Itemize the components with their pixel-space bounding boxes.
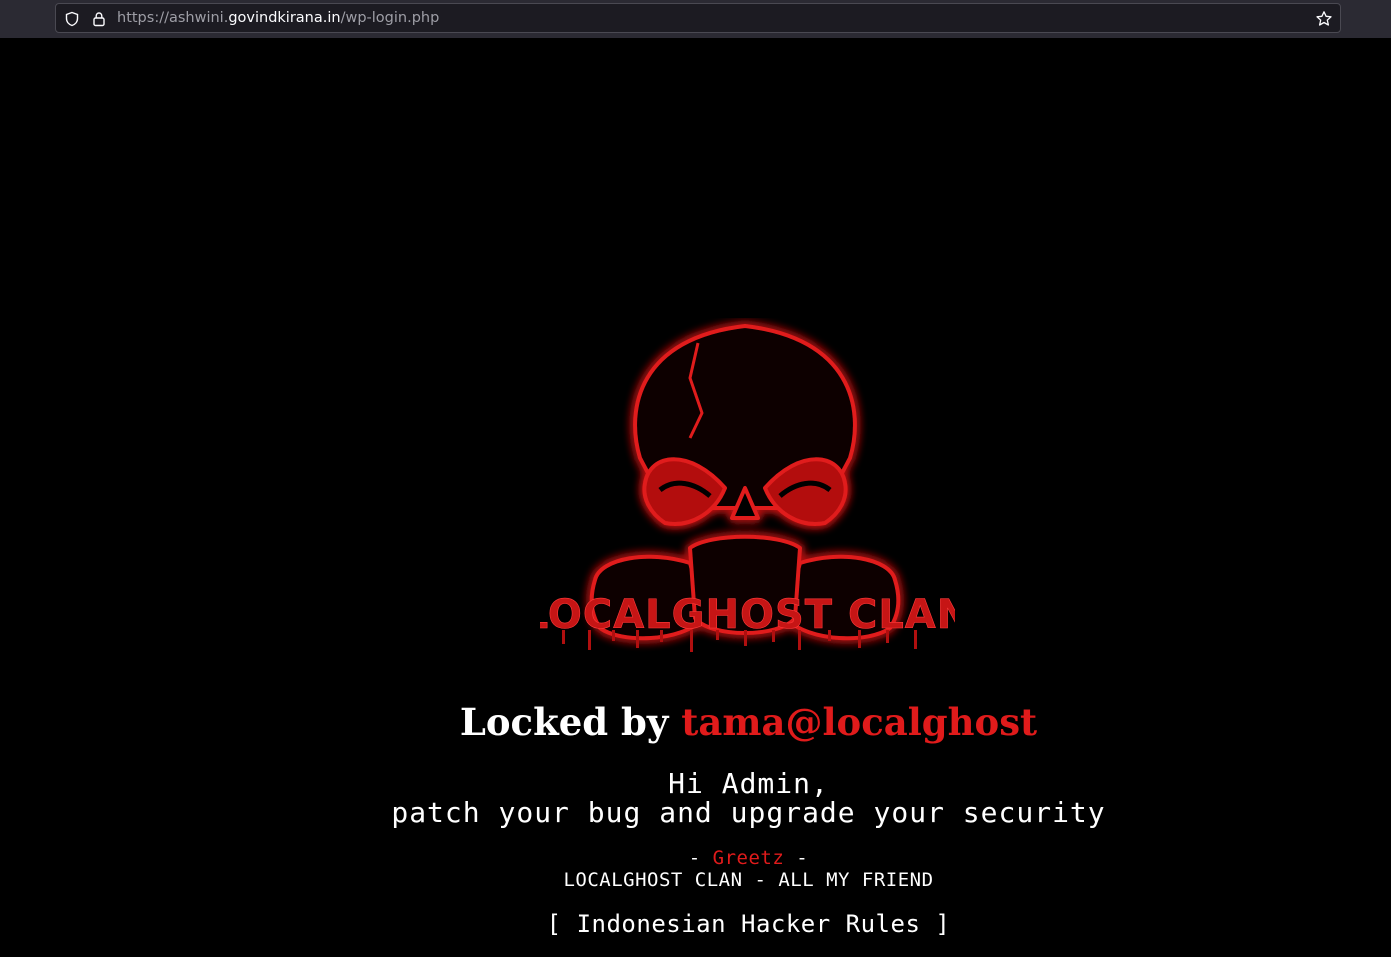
lock-icon[interactable] — [90, 10, 108, 28]
greetz-line: - Greetz - — [0, 847, 1391, 869]
deface-page: LOCALGHOST CLAN Locked by tama@localghos… — [0, 38, 1391, 957]
greetz-right: - — [784, 847, 809, 869]
star-icon[interactable] — [1315, 10, 1333, 28]
greetz-word: Greetz — [712, 847, 785, 869]
message-line-2: patch your bug and upgrade your security — [391, 796, 1106, 829]
rules-line: [ Indonesian Hacker Rules ] — [546, 910, 951, 938]
logo-text: LOCALGHOST CLAN — [540, 592, 955, 638]
friends-line: LOCALGHOST CLAN - ALL MY FRIEND — [563, 869, 934, 891]
greetz-left: - — [688, 847, 713, 869]
url-prefix: https://ashwini. — [117, 10, 229, 26]
address-bar[interactable]: https://ashwini.govindkirana.in/wp-login… — [55, 3, 1341, 33]
headline-prefix: Locked by — [459, 700, 682, 744]
locked-by-headline: Locked by tama@localghost — [0, 700, 1391, 744]
url-path: /wp-login.php — [340, 10, 440, 26]
url-domain: govindkirana.in — [228, 10, 341, 26]
hacker-handle: tama@localghost — [681, 700, 1038, 744]
url-text[interactable]: https://ashwini.govindkirana.in/wp-login… — [117, 4, 439, 32]
shield-icon[interactable] — [63, 10, 81, 28]
skull-gasmask-logo: LOCALGHOST CLAN — [540, 324, 955, 652]
browser-toolbar: https://ashwini.govindkirana.in/wp-login… — [0, 0, 1391, 38]
